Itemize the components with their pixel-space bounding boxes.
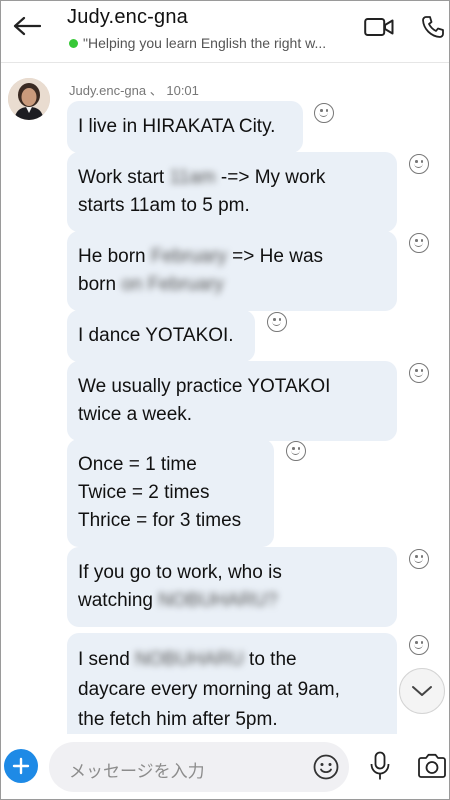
- message-text-line: If you go to work, who is: [78, 562, 282, 583]
- message-input[interactable]: メッセージを入力: [49, 742, 349, 792]
- chevron-down-icon: [412, 686, 432, 696]
- blurred-text: February: [150, 246, 227, 267]
- message-text-line: He born February => He was: [78, 246, 324, 267]
- plus-icon[interactable]: [4, 749, 38, 783]
- back-arrow-icon[interactable]: [11, 11, 43, 41]
- message-list[interactable]: Judy.enc-gna 、 10:01 I live in HIRAKATA …: [1, 64, 449, 747]
- contact-status: "Helping you learn English the right w..…: [69, 35, 369, 51]
- mood-message: "Helping you learn English the right w..…: [83, 35, 327, 51]
- message-meta: Judy.enc-gna 、 10:01: [69, 80, 199, 99]
- compose-bar: メッセージを入力: [1, 734, 449, 799]
- add-reaction-icon[interactable]: [409, 549, 429, 569]
- video-camera-icon[interactable]: [363, 13, 395, 41]
- add-reaction-icon[interactable]: [409, 154, 429, 174]
- message-bubble[interactable]: If you go to work, who is watching NOBUH…: [67, 547, 397, 627]
- message-text-line: Once = 1 time: [78, 454, 197, 475]
- add-reaction-icon[interactable]: [409, 233, 429, 253]
- message-bubble[interactable]: Once = 1 time Twice = 2 times Thrice = f…: [67, 439, 274, 547]
- message-text-line: Thrice = for 3 times: [78, 510, 242, 531]
- message-bubble[interactable]: I send NOBUHARU to the daycare every mor…: [67, 633, 397, 747]
- message-text-line: daycare every morning at 9am,: [78, 679, 340, 700]
- message-text-line: We usually practice YOTAKOI: [78, 376, 331, 397]
- phone-icon[interactable]: [419, 13, 447, 41]
- message-time: 10:01: [166, 83, 199, 98]
- message-text-line: the fetch him after 5pm.: [78, 709, 278, 730]
- contact-name[interactable]: Judy.enc-gna: [67, 6, 188, 29]
- message-text: I dance YOTAKOI.: [78, 325, 234, 346]
- message-text-line: Work start 11am -=> My work: [78, 167, 326, 188]
- add-reaction-icon[interactable]: [409, 363, 429, 383]
- add-reaction-icon[interactable]: [409, 635, 429, 655]
- avatar[interactable]: [8, 78, 50, 120]
- add-reaction-icon[interactable]: [286, 441, 306, 461]
- emoji-icon[interactable]: [313, 754, 339, 780]
- message-bubble[interactable]: I dance YOTAKOI.: [67, 310, 255, 362]
- message-input-placeholder: メッセージを入力: [69, 762, 205, 781]
- scroll-to-bottom-button[interactable]: [399, 668, 445, 714]
- message-text-line: twice a week.: [78, 404, 193, 425]
- blurred-text: on February: [121, 274, 224, 295]
- meta-separator: 、: [149, 83, 163, 98]
- blurred-text: 11am: [169, 167, 216, 188]
- camera-icon[interactable]: [417, 752, 447, 780]
- message-text-line: watching NOBUHARU?: [78, 590, 278, 611]
- message-text: I live in HIRAKATA City.: [78, 116, 276, 137]
- chat-header: Judy.enc-gna "Helping you learn English …: [1, 1, 449, 63]
- message-bubble[interactable]: We usually practice YOTAKOI twice a week…: [67, 361, 397, 441]
- sender-name: Judy.enc-gna: [69, 83, 147, 98]
- add-reaction-icon[interactable]: [314, 103, 334, 123]
- message-bubble[interactable]: He born February => He was born on Febru…: [67, 231, 397, 311]
- message-text-line: I send NOBUHARU to the: [78, 649, 297, 670]
- message-text-line: born on February: [78, 274, 224, 295]
- message-bubble[interactable]: I live in HIRAKATA City.: [67, 101, 303, 153]
- blurred-text: NOBUHARU: [135, 649, 244, 670]
- add-reaction-icon[interactable]: [267, 312, 287, 332]
- message-bubble[interactable]: Work start 11am -=> My work starts 11am …: [67, 152, 397, 232]
- app-frame: Judy.enc-gna "Helping you learn English …: [0, 0, 450, 800]
- message-text-line: starts 11am to 5 pm.: [78, 195, 250, 216]
- microphone-icon[interactable]: [367, 750, 393, 782]
- blurred-text: NOBUHARU?: [158, 590, 278, 611]
- presence-dot: [69, 38, 78, 48]
- message-text-line: Twice = 2 times: [78, 482, 210, 503]
